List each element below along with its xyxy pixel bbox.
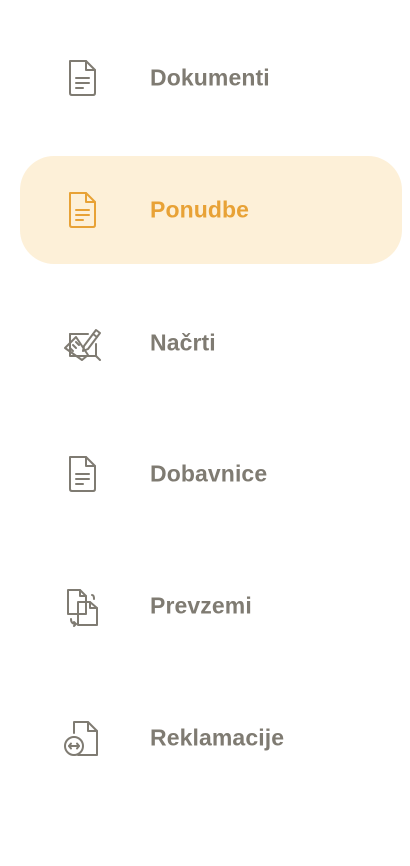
menu-item-dokumenti[interactable]: Dokumenti xyxy=(20,24,402,132)
menu-item-reklamacije[interactable]: Reklamacije xyxy=(20,684,402,792)
menu-item-label: Prevzemi xyxy=(150,592,252,619)
document-icon xyxy=(62,453,102,495)
menu-item-dobavnice[interactable]: Dobavnice xyxy=(20,420,402,528)
transfer-documents-icon xyxy=(62,585,102,627)
menu-item-prevzemi[interactable]: Prevzemi xyxy=(20,552,402,660)
document-icon xyxy=(62,189,102,231)
menu-item-ponudbe[interactable]: Ponudbe xyxy=(20,156,402,264)
document-icon xyxy=(62,57,102,99)
menu-item-label: Načrti xyxy=(150,329,216,356)
document-exchange-icon xyxy=(62,717,102,759)
plan-drawing-icon xyxy=(62,322,102,364)
menu-item-label: Ponudbe xyxy=(150,196,250,223)
menu-item-label: Dokumenti xyxy=(150,64,270,91)
menu-item-label: Dobavnice xyxy=(150,460,268,487)
sidebar-menu: Dokumenti Ponudbe Načrti Dobavnice Prevz… xyxy=(0,0,410,866)
menu-item-nacrti[interactable]: Načrti xyxy=(20,289,402,397)
menu-item-label: Reklamacije xyxy=(150,724,285,751)
